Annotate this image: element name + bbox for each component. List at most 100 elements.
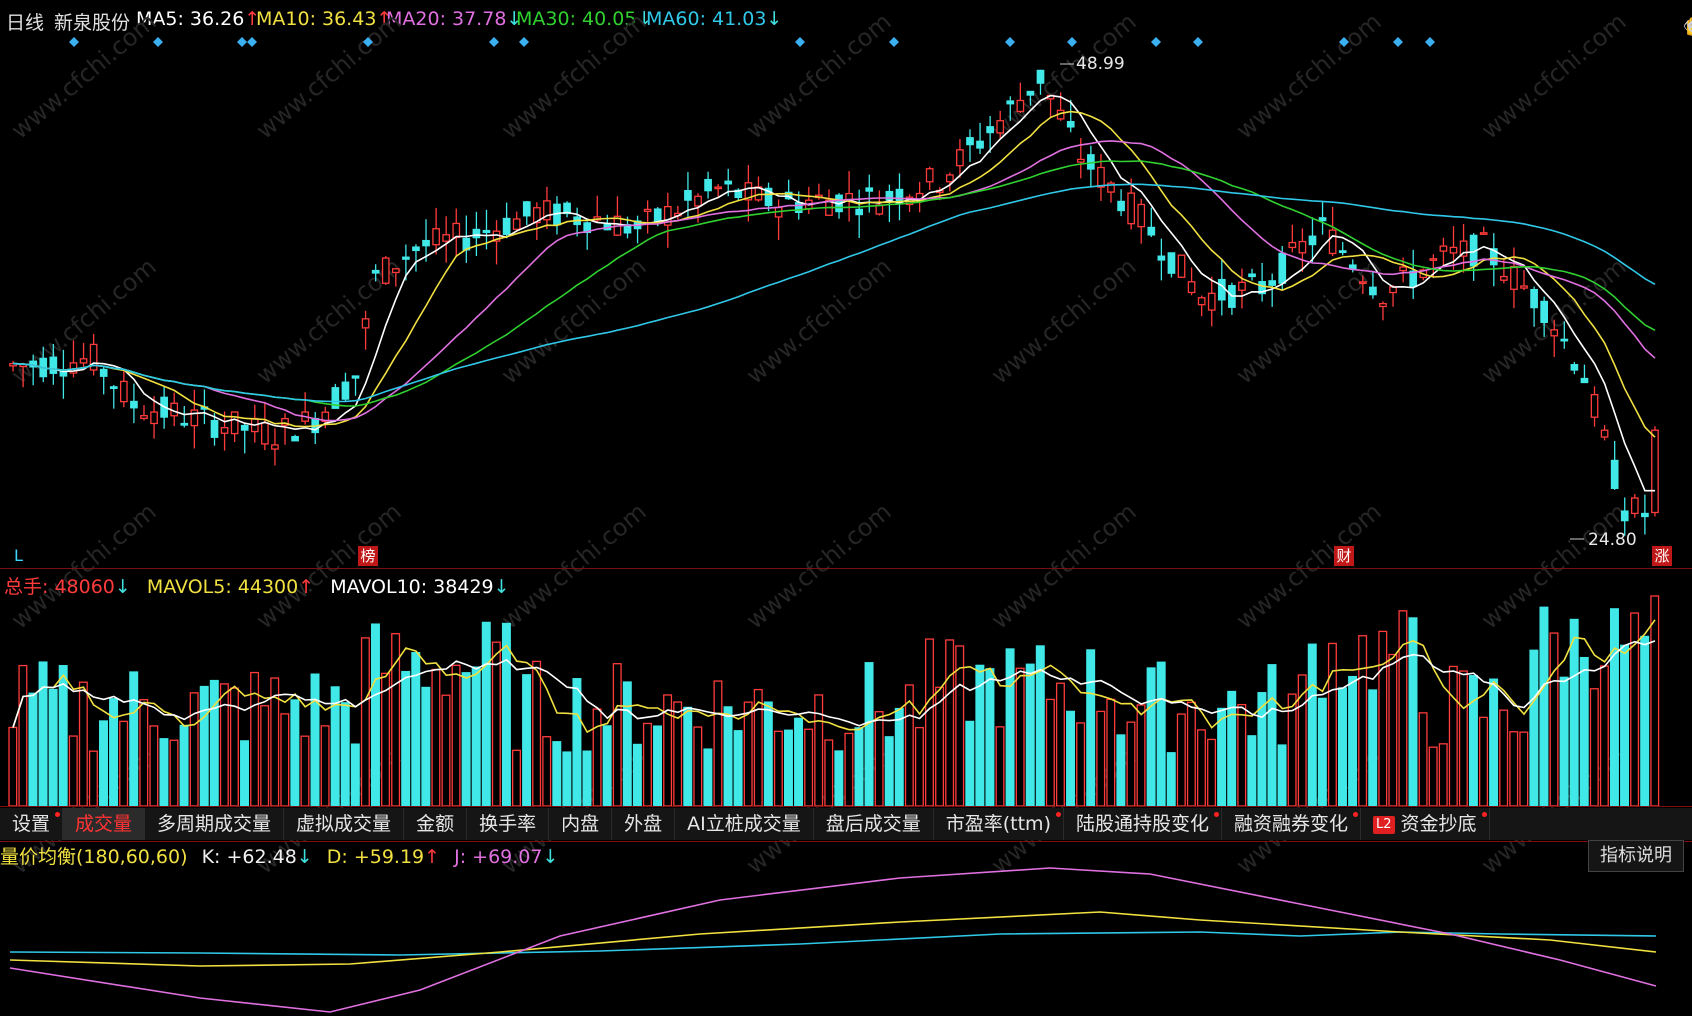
volume-bar (572, 678, 582, 807)
tab-dot (1055, 812, 1061, 817)
candle-body (412, 246, 420, 252)
volume-bar (199, 685, 209, 807)
tab-4[interactable]: 金额 (404, 808, 468, 840)
tab-label: 换手率 (479, 813, 537, 835)
tab-8[interactable]: AI立桩成交量 (675, 808, 814, 840)
volume-bar (1448, 665, 1458, 807)
volume-bar (844, 732, 854, 807)
candle-body (1187, 281, 1196, 294)
candle-body (643, 208, 652, 212)
volume-bar (1509, 731, 1519, 807)
event-diamond (1067, 37, 1077, 47)
candle-body (391, 268, 400, 274)
volume-bar (1045, 698, 1055, 807)
candle-body (271, 444, 279, 450)
volume-bar (1388, 653, 1398, 807)
candle-body (1157, 255, 1166, 261)
volume-bar (1418, 712, 1428, 807)
watermark-text: www.cfchi.com (986, 7, 1142, 144)
volume-bar (1348, 675, 1358, 807)
indicator-name[interactable]: 量价均衡(180,60,60) (0, 846, 188, 868)
tab-6[interactable]: 内盘 (549, 808, 613, 840)
tab-9[interactable]: 盘后成交量 (814, 808, 934, 840)
volume-bar (1055, 682, 1065, 807)
candle-body (472, 228, 481, 239)
tab-2[interactable]: 多周期成交量 (145, 808, 285, 840)
candle-body (794, 202, 803, 213)
watermark-text: www.cfchi.com (1476, 7, 1632, 144)
volume-bar (814, 694, 824, 807)
tab-13[interactable]: L2 资金抄底 (1361, 808, 1490, 840)
candle-body (49, 356, 58, 374)
volume-bar (280, 713, 290, 807)
volume-bar (864, 662, 874, 807)
volume-bar (1499, 709, 1509, 807)
tab-0[interactable]: 设置 (0, 808, 64, 840)
volume-bar (340, 702, 350, 807)
tab-11[interactable]: 陆股通持股变化 (1064, 808, 1222, 840)
tab-7[interactable]: 外盘 (612, 808, 676, 840)
tab-5[interactable]: 换手率 (467, 808, 550, 840)
volume-bar (1620, 644, 1630, 807)
volume-bar (1338, 687, 1347, 807)
volume-bar (1086, 649, 1096, 807)
volume-bar (783, 729, 793, 807)
volume-bar (763, 701, 773, 807)
candle-body (1097, 166, 1105, 188)
event-diamond (1005, 37, 1015, 47)
ma10-line (12, 110, 1656, 438)
mavol5-value: MAVOL5: 44300↑ (146, 576, 315, 598)
tab-3[interactable]: 虚拟成交量 (284, 808, 405, 840)
candle-body (1328, 229, 1337, 255)
candle-body (1137, 203, 1146, 228)
candle-body (1540, 300, 1549, 323)
candle-body (1399, 266, 1407, 272)
tab-label: 多周期成交量 (157, 813, 272, 835)
volume-bar (350, 743, 360, 807)
candle-body (1358, 281, 1367, 285)
candle-body (1530, 288, 1538, 309)
volume-bar (189, 692, 199, 807)
volume-bar (401, 670, 411, 807)
tab-1[interactable]: 成交量 (63, 808, 146, 840)
tab-label: 陆股通持股变化 (1075, 813, 1209, 835)
candle-body (1238, 281, 1246, 291)
volume-bar (421, 686, 431, 807)
candle-body (79, 358, 88, 364)
volume-bar (1237, 703, 1247, 807)
watermark-text: www.cfchi.com (6, 497, 162, 634)
candle-body (482, 229, 491, 234)
event-diamond (889, 37, 899, 47)
event-markers (69, 37, 1435, 47)
bang-tag[interactable]: 榜 (358, 546, 378, 566)
volume-bar (522, 674, 532, 807)
tab-10[interactable]: 市盈率(ttm) (934, 808, 1064, 840)
volume-bar (1247, 735, 1257, 807)
volume-bar (642, 722, 652, 807)
candle-body (1630, 497, 1639, 515)
tab-12[interactable]: 融资融券变化 (1222, 808, 1362, 840)
tab-label: AI立桩成交量 (687, 813, 801, 835)
volume-bar (99, 720, 108, 807)
candle-body (1117, 200, 1125, 212)
zhang-tag[interactable]: 涨 (1652, 546, 1672, 566)
volume-bar (1156, 661, 1166, 807)
candle-body (956, 149, 964, 167)
candle-body (1338, 250, 1347, 254)
volume-bar (552, 741, 562, 807)
candle-body (684, 190, 692, 201)
candle-body (1379, 302, 1387, 308)
candle-body (945, 174, 954, 183)
indicator-cyan-line (9, 931, 1657, 956)
volume-bar (1005, 648, 1015, 807)
volume-bar (109, 698, 119, 807)
cai-tag[interactable]: 财 (1334, 546, 1354, 566)
volume-bar (1569, 618, 1579, 807)
volume-bar (602, 725, 612, 807)
indicator-help-button[interactable]: 指标说明 (1588, 840, 1684, 872)
candle-body (1439, 245, 1448, 252)
candle-body (119, 380, 128, 403)
volume-bar (209, 679, 219, 807)
candle-body (351, 375, 360, 379)
indicator-panel (9, 867, 1657, 1013)
